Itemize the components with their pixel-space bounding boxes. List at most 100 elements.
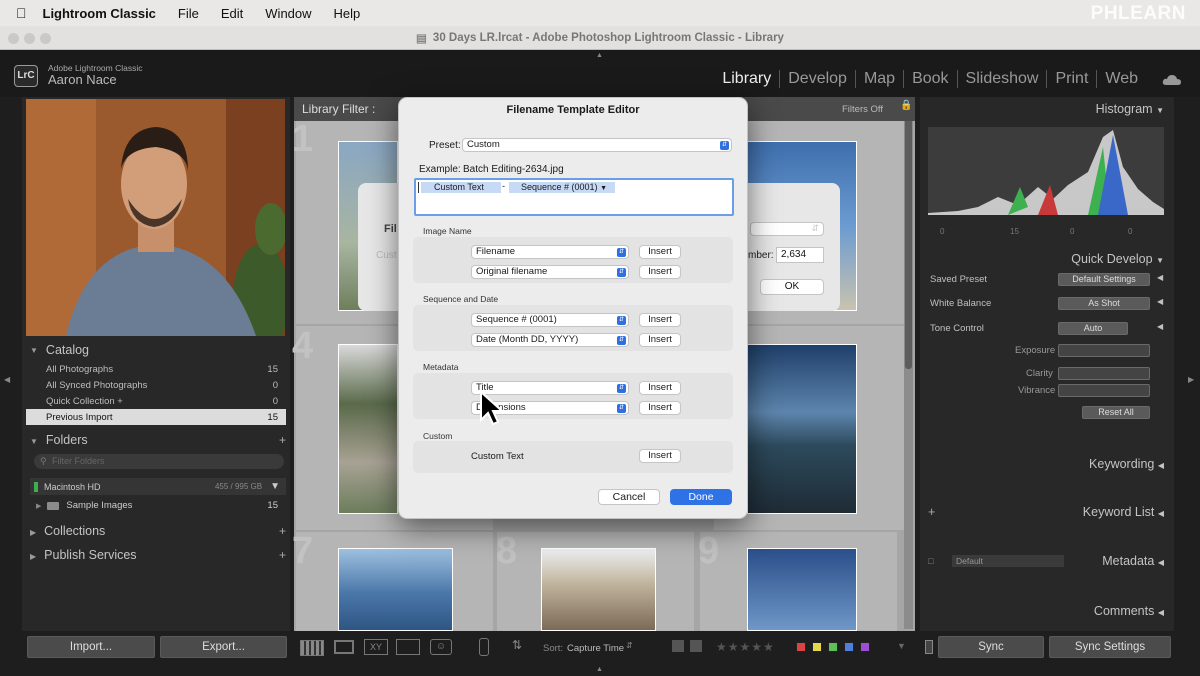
keyword-list-header[interactable]: + Keyword List ◀ bbox=[920, 500, 1174, 524]
filename-select[interactable]: Filename ⇵ bbox=[471, 245, 629, 259]
histogram-header[interactable]: Histogram ▼ bbox=[920, 97, 1174, 121]
menu-window[interactable]: Window bbox=[265, 6, 311, 21]
publish-header[interactable]: ▶ Publish Services + bbox=[24, 545, 286, 565]
star-rating[interactable]: ★★★★★ bbox=[716, 640, 775, 654]
catalog-row-all-synced[interactable]: All Synced Photographs 0 bbox=[26, 377, 286, 393]
insert-dimensions-button[interactable]: Insert bbox=[639, 401, 681, 415]
disclosure-icon[interactable]: ◀ bbox=[1157, 273, 1163, 282]
photo-thumbnail[interactable] bbox=[747, 344, 857, 514]
catalog-row-previous-import[interactable]: Previous Import 15 bbox=[26, 409, 286, 425]
clarity-adjust[interactable] bbox=[1058, 367, 1150, 380]
catalog-row-all-photographs[interactable]: All Photographs 15 bbox=[26, 361, 286, 377]
sort-direction-icon[interactable]: ⇅ bbox=[512, 638, 522, 652]
preset-select[interactable]: Custom ⇵ bbox=[462, 138, 732, 152]
survey-view-icon[interactable] bbox=[396, 639, 420, 655]
green-label-icon[interactable] bbox=[828, 642, 838, 652]
export-button[interactable]: Export... bbox=[160, 636, 287, 658]
left-panel-toggle[interactable]: ◀ bbox=[4, 375, 10, 384]
keywording-header[interactable]: Keywording ◀ bbox=[920, 452, 1174, 476]
photo-thumbnail[interactable] bbox=[338, 548, 453, 631]
loupe-view-icon[interactable] bbox=[334, 640, 354, 654]
disclosure-icon[interactable]: ◀ bbox=[1157, 297, 1163, 306]
cancel-button[interactable]: Cancel bbox=[598, 489, 660, 505]
sync-button[interactable]: Sync bbox=[938, 636, 1044, 658]
photo-thumbnail[interactable] bbox=[338, 344, 398, 514]
toolbar-menu-icon[interactable]: ▼ bbox=[897, 641, 906, 651]
people-view-icon[interactable]: ☺ bbox=[430, 639, 452, 655]
reset-all-button[interactable]: Reset All bbox=[1082, 406, 1150, 419]
catalog-row-quick-collection[interactable]: Quick Collection + 0 bbox=[26, 393, 286, 409]
done-button[interactable]: Done bbox=[670, 489, 732, 505]
quick-develop-header[interactable]: Quick Develop ▼ bbox=[920, 247, 1174, 271]
histogram-graph[interactable]: 0 15 0 0 bbox=[928, 127, 1164, 236]
chevron-down-icon[interactable]: ▼ bbox=[270, 481, 280, 492]
yellow-label-icon[interactable] bbox=[812, 642, 822, 652]
saved-preset-select[interactable]: Default Settings bbox=[1058, 273, 1150, 286]
metadata-preset-select[interactable]: Default bbox=[952, 555, 1064, 567]
folder-search-input[interactable]: ⚲ Filter Folders bbox=[34, 454, 284, 469]
insert-custom-text-button[interactable]: Insert bbox=[639, 449, 681, 463]
lock-icon[interactable]: 🔒 bbox=[900, 100, 912, 111]
add-keyword-icon[interactable]: + bbox=[928, 500, 935, 524]
folders-header[interactable]: ▼ Folders + bbox=[24, 430, 286, 450]
compare-view-icon[interactable]: XY bbox=[364, 639, 388, 655]
menu-edit[interactable]: Edit bbox=[221, 6, 243, 21]
auto-sync-toggle[interactable] bbox=[925, 640, 933, 654]
apple-icon[interactable]:  bbox=[16, 5, 27, 21]
purple-label-icon[interactable] bbox=[860, 642, 870, 652]
chevron-updown-icon[interactable]: ⇵ bbox=[626, 641, 633, 650]
disclosure-icon[interactable]: ◀ bbox=[1157, 322, 1163, 331]
top-panel-toggle[interactable]: ▲ bbox=[596, 52, 603, 59]
sequence-select[interactable]: Sequence # (0001) ⇵ bbox=[471, 313, 629, 327]
module-library[interactable]: Library bbox=[714, 70, 781, 88]
red-label-icon[interactable] bbox=[796, 642, 806, 652]
scroll-thumb[interactable] bbox=[905, 119, 912, 369]
module-slideshow[interactable]: Slideshow bbox=[958, 70, 1048, 88]
minimize-window-button[interactable] bbox=[24, 33, 35, 44]
flag-icon[interactable] bbox=[672, 640, 684, 652]
insert-original-filename-button[interactable]: Insert bbox=[639, 265, 681, 279]
original-filename-select[interactable]: Original filename ⇵ bbox=[471, 265, 629, 279]
menu-help[interactable]: Help bbox=[334, 6, 361, 21]
ok-button[interactable]: OK bbox=[760, 279, 824, 295]
collections-header[interactable]: ▶ Collections + bbox=[24, 521, 286, 541]
insert-date-button[interactable]: Insert bbox=[639, 333, 681, 347]
catalog-header[interactable]: ▼ Catalog bbox=[24, 340, 286, 360]
volume-row[interactable]: Macintosh HD 455 / 995 GB ▼ bbox=[30, 478, 286, 495]
grid-view-icon[interactable] bbox=[300, 640, 324, 656]
chevron-down-icon[interactable]: ▼ bbox=[600, 185, 607, 192]
menu-app[interactable]: Lightroom Classic bbox=[43, 6, 156, 21]
metadata-edit-icon[interactable]: □ bbox=[928, 549, 933, 573]
module-book[interactable]: Book bbox=[904, 70, 958, 88]
metadata-header[interactable]: □ Default Metadata ◀ bbox=[920, 549, 1174, 573]
menu-file[interactable]: File bbox=[178, 6, 199, 21]
reject-flag-icon[interactable] bbox=[690, 640, 702, 652]
vibrance-adjust[interactable] bbox=[1058, 384, 1150, 397]
import-button[interactable]: Import... bbox=[27, 636, 155, 658]
module-map[interactable]: Map bbox=[856, 70, 905, 88]
bottom-panel-toggle[interactable]: ▲ bbox=[596, 666, 603, 673]
filter-status[interactable]: Filters Off bbox=[842, 104, 883, 115]
folder-row[interactable]: ▶ Sample Images 15 bbox=[30, 497, 286, 514]
date-select[interactable]: Date (Month DD, YYYY) ⇵ bbox=[471, 333, 629, 347]
auto-tone-button[interactable]: Auto bbox=[1058, 322, 1128, 335]
right-panel-toggle[interactable]: ▶ bbox=[1188, 375, 1194, 384]
token-custom-text[interactable]: Custom Text bbox=[421, 182, 501, 193]
insert-title-button[interactable]: Insert bbox=[639, 381, 681, 395]
start-number-field[interactable]: 2,634 bbox=[776, 247, 824, 263]
spray-can-icon[interactable] bbox=[479, 638, 489, 656]
sync-settings-button[interactable]: Sync Settings bbox=[1049, 636, 1171, 658]
module-develop[interactable]: Develop bbox=[780, 70, 856, 88]
exposure-adjust[interactable] bbox=[1058, 344, 1150, 357]
blue-label-icon[interactable] bbox=[844, 642, 854, 652]
grid-scrollbar[interactable] bbox=[904, 119, 913, 629]
module-print[interactable]: Print bbox=[1047, 70, 1098, 88]
photo-thumbnail[interactable] bbox=[541, 548, 656, 631]
add-folder-icon[interactable]: + bbox=[279, 433, 286, 447]
cloud-icon[interactable] bbox=[1162, 74, 1182, 86]
photo-thumbnail[interactable] bbox=[747, 548, 857, 631]
comments-header[interactable]: Comments ◀ bbox=[920, 599, 1174, 623]
zoom-window-button[interactable] bbox=[40, 33, 51, 44]
token-sequence[interactable]: Sequence # (0001) ▼ bbox=[509, 182, 615, 193]
add-publish-icon[interactable]: + bbox=[279, 548, 286, 562]
